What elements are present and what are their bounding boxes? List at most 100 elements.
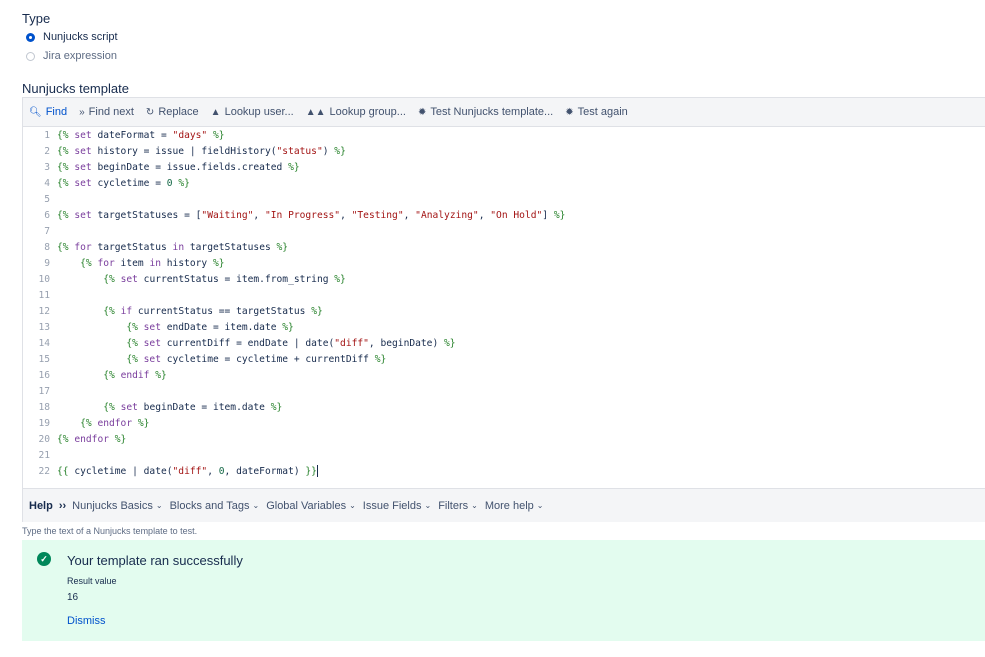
line-number: 14: [38, 338, 50, 349]
editor-hint: Type the text of a Nunjucks template to …: [22, 526, 198, 536]
code-text[interactable]: {% for targetStatus in targetStatuses %}: [57, 240, 288, 256]
dismiss-link[interactable]: Dismiss: [67, 615, 106, 627]
code-text[interactable]: {% endfor %}: [57, 416, 149, 432]
editor-toolbar: 🔍︎ Find » Find next ↻ Replace ▲ Lookup u…: [23, 98, 985, 127]
code-text[interactable]: {% set currentStatus = item.from_string …: [57, 272, 346, 288]
code-text[interactable]: {% set currentDiff = endDate | date("dif…: [57, 336, 455, 352]
code-text[interactable]: {% set dateFormat = "days" %}: [57, 128, 225, 144]
code-line[interactable]: 13 {% set endDate = item.date %}: [23, 320, 985, 336]
help-global-variables[interactable]: Global Variables ⌄: [266, 500, 356, 512]
test-again-button[interactable]: ✹ Test again: [565, 106, 628, 118]
line-number: 11: [38, 290, 50, 301]
template-label: Nunjucks template: [22, 81, 129, 96]
help-filters[interactable]: Filters ⌄: [438, 500, 478, 512]
find-next-button[interactable]: » Find next: [79, 106, 134, 118]
success-message: ✓ Your template ran successfully Result …: [22, 540, 985, 641]
code-text[interactable]: {% set endDate = item.date %}: [57, 320, 294, 336]
code-text[interactable]: {% set targetStatuses = ["Waiting", "In …: [57, 208, 565, 224]
help-label[interactable]: Help: [29, 500, 53, 512]
line-number: 21: [38, 450, 50, 461]
check-circle-icon: ✓: [37, 552, 51, 566]
code-text[interactable]: {% endfor %}: [57, 432, 126, 448]
code-text[interactable]: {% set cycletime = cycletime + currentDi…: [57, 352, 386, 368]
chevron-down-icon: ⌄: [252, 501, 260, 510]
line-number: 5: [44, 194, 50, 205]
bug-icon: ✹: [417, 106, 427, 118]
code-line[interactable]: 6 {% set targetStatuses = ["Waiting", "In…: [23, 208, 985, 224]
help-item-label: Blocks and Tags: [169, 499, 250, 512]
code-text[interactable]: {% if currentStatus == targetStatus %}: [57, 304, 323, 320]
radio-label-nunjucks: Nunjucks script: [43, 31, 118, 43]
test-template-label: Test Nunjucks template...: [430, 106, 554, 118]
code-line[interactable]: 10 {% set currentStatus = item.from_stri…: [23, 272, 985, 288]
find-button[interactable]: 🔍︎ Find: [29, 106, 67, 118]
lookup-user-label: Lookup user...: [224, 106, 294, 118]
radio-checked-icon[interactable]: [26, 32, 35, 42]
code-text[interactable]: {% set beginDate = item.date %}: [57, 400, 282, 416]
code-line[interactable]: 22 {{ cycletime | date("diff", 0, dateFor…: [23, 464, 985, 480]
radio-nunjucks-script[interactable]: Nunjucks script: [26, 31, 118, 43]
code-line[interactable]: 21: [23, 448, 985, 464]
code-line[interactable]: 20 {% endfor %}: [23, 432, 985, 448]
text-cursor: [316, 465, 318, 477]
code-line[interactable]: 9 {% for item in history %}: [23, 256, 985, 272]
double-chevron-right-icon: »: [79, 106, 85, 118]
code-line[interactable]: 14 {% set currentDiff = endDate | date("…: [23, 336, 985, 352]
help-nunjucks-basics[interactable]: Nunjucks Basics ⌄: [72, 500, 162, 512]
code-line[interactable]: 16 {% endif %}: [23, 368, 985, 384]
test-template-button[interactable]: ✹ Test Nunjucks template...: [418, 106, 553, 118]
replace-button[interactable]: ↻ Replace: [146, 106, 199, 118]
lookup-user-button[interactable]: ▲ Lookup user...: [211, 106, 294, 118]
code-text[interactable]: {% set cycletime = 0 %}: [57, 176, 190, 192]
code-line[interactable]: 3 {% set beginDate = issue.fields.created…: [23, 160, 985, 176]
radio-jira-expression[interactable]: Jira expression: [26, 50, 117, 62]
code-area[interactable]: 1 {% set dateFormat = "days" %} 2 {% set hi…: [23, 128, 985, 486]
chevron-down-icon: ⌄: [349, 501, 356, 510]
line-number: 4: [44, 178, 50, 189]
radio-unchecked-icon[interactable]: [26, 51, 35, 61]
code-line[interactable]: 17: [23, 384, 985, 400]
code-text[interactable]: {% set beginDate = issue.fields.created …: [57, 160, 300, 176]
code-line[interactable]: 1 {% set dateFormat = "days" %}: [23, 128, 985, 144]
lookup-group-button[interactable]: ▲▲ Lookup group...: [306, 106, 406, 118]
code-line[interactable]: 12 {% if currentStatus == targetStatus %…: [23, 304, 985, 320]
help-blocks-and-tags[interactable]: Blocks and Tags ⌄: [170, 500, 260, 512]
template-editor[interactable]: 🔍︎ Find » Find next ↻ Replace ▲ Lookup u…: [22, 97, 985, 522]
line-number: 20: [38, 434, 50, 445]
chevron-down-icon: ⌄: [536, 501, 544, 510]
help-item-label: Issue Fields: [362, 499, 422, 512]
code-line[interactable]: 4 {% set cycletime = 0 %}: [23, 176, 985, 192]
test-again-label: Test again: [577, 106, 628, 118]
chevron-down-icon: ⌄: [155, 501, 163, 510]
type-label: Type: [22, 11, 51, 26]
success-title: Your template ran successfully: [67, 553, 243, 568]
help-item-label: Global Variables: [266, 499, 347, 512]
code-line[interactable]: 8 {% for targetStatus in targetStatuses %…: [23, 240, 985, 256]
help-more-help[interactable]: More help ⌄: [485, 500, 544, 512]
line-number: 18: [38, 402, 50, 413]
code-line[interactable]: 2 {% set history = issue | fieldHistory("…: [23, 144, 985, 160]
help-item-label: More help: [484, 499, 534, 512]
code-text[interactable]: {{ cycletime | date("diff", 0, dateForma…: [57, 464, 318, 480]
code-line[interactable]: 11: [23, 288, 985, 304]
code-line[interactable]: 19 {% endfor %}: [23, 416, 985, 432]
code-text[interactable]: {% set history = issue | fieldHistory("s…: [57, 144, 346, 160]
bug-icon: ✹: [565, 106, 574, 118]
help-bar: Help ›› Nunjucks Basics ⌄ Blocks and Tags…: [23, 488, 985, 522]
line-number: 10: [38, 274, 50, 285]
code-line[interactable]: 5: [23, 192, 985, 208]
code-text[interactable]: {% endif %}: [57, 368, 167, 384]
search-icon: 🔍︎: [29, 106, 42, 118]
line-number: 1: [44, 130, 50, 141]
code-line[interactable]: 18 {% set beginDate = item.date %}: [23, 400, 985, 416]
code-line[interactable]: 15 {% set cycletime = cycletime + curren…: [23, 352, 985, 368]
help-issue-fields[interactable]: Issue Fields ⌄: [363, 500, 431, 512]
code-text[interactable]: {% for item in history %}: [57, 256, 224, 272]
line-number: 2: [44, 146, 50, 157]
line-number: 6: [44, 210, 50, 221]
result-value: 16: [67, 592, 79, 603]
find-next-label: Find next: [88, 106, 134, 118]
help-arrows-icon: ››: [58, 499, 67, 512]
find-label: Find: [45, 106, 68, 118]
code-line[interactable]: 7: [23, 224, 985, 240]
